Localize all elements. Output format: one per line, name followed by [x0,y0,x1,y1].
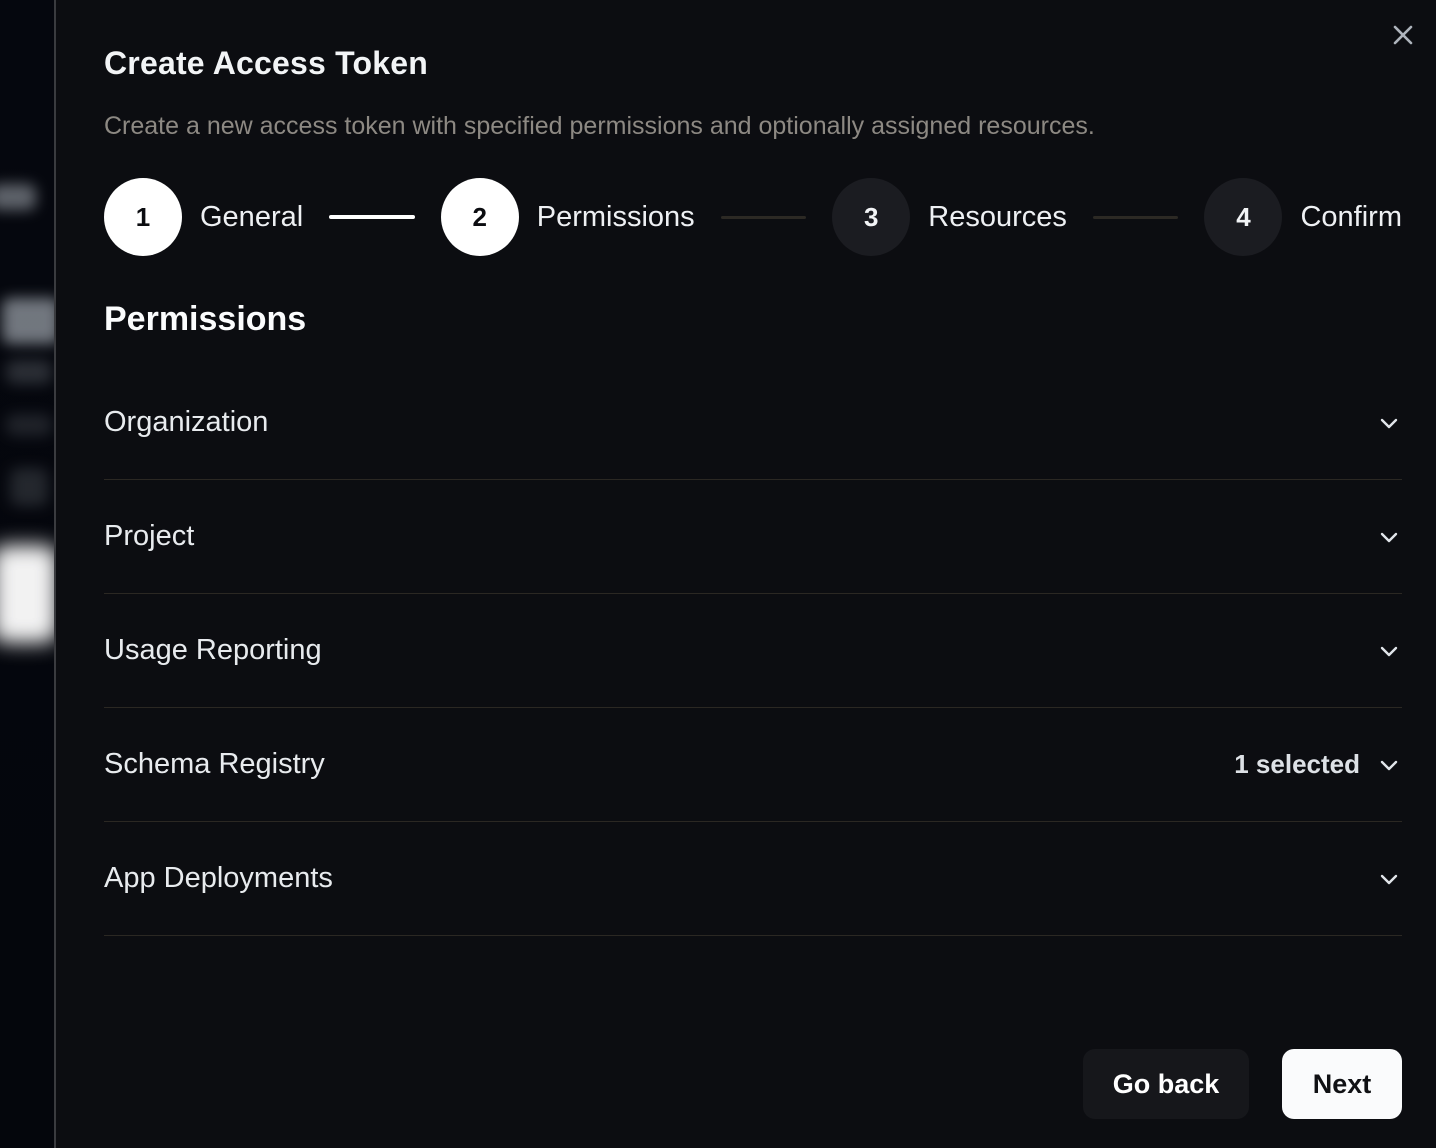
chevron-down-icon [1376,866,1402,892]
blurred-background-card [0,545,54,643]
chevron-down-icon [1376,410,1402,436]
permissions-accordion: Organization Project Usage Reporting [104,366,1402,936]
step-permissions[interactable]: 2 Permissions [441,178,695,256]
blurred-background-item [6,360,52,384]
step-label: Confirm [1300,201,1402,234]
step-confirm[interactable]: 4 Confirm [1204,178,1402,256]
page-backdrop [0,0,54,1148]
blurred-background-item [6,414,52,436]
accordion-row-usage-reporting[interactable]: Usage Reporting [104,594,1402,708]
section-heading-permissions: Permissions [104,300,1402,338]
step-number-badge: 3 [832,178,910,256]
next-button[interactable]: Next [1282,1049,1402,1119]
blurred-background-item [10,468,48,506]
accordion-row-label: Usage Reporting [104,634,322,667]
accordion-row-project[interactable]: Project [104,480,1402,594]
create-access-token-modal: Create Access Token Create a new access … [54,0,1436,1148]
step-connector [721,216,807,219]
step-number-badge: 2 [441,178,519,256]
modal-subtitle: Create a new access token with specified… [104,112,1402,140]
accordion-row-label: Project [104,520,194,553]
step-label: Permissions [537,201,695,234]
accordion-row-schema-registry[interactable]: Schema Registry 1 selected [104,708,1402,822]
step-label: General [200,201,303,234]
wizard-stepper: 1 General 2 Permissions 3 Resources 4 Co… [104,178,1402,256]
step-label: Resources [928,201,1067,234]
chevron-down-icon [1376,752,1402,778]
accordion-row-organization[interactable]: Organization [104,366,1402,480]
step-resources[interactable]: 3 Resources [832,178,1067,256]
step-general[interactable]: 1 General [104,178,303,256]
accordion-row-label: App Deployments [104,862,333,895]
accordion-row-app-deployments[interactable]: App Deployments [104,822,1402,936]
accordion-row-label: Organization [104,406,268,439]
close-button[interactable] [1386,18,1420,52]
selected-count-badge: 1 selected [1234,749,1360,780]
page-title: Create Access Token [104,46,1402,80]
step-number-badge: 4 [1204,178,1282,256]
blurred-background-item [2,298,54,344]
step-connector [1093,216,1179,219]
chevron-down-icon [1376,638,1402,664]
step-number-badge: 1 [104,178,182,256]
close-icon [1389,21,1417,49]
blurred-background-item [0,184,36,210]
step-connector-active [329,215,415,219]
accordion-row-label: Schema Registry [104,748,325,781]
chevron-down-icon [1376,524,1402,550]
modal-footer: Go back Next [1083,1049,1402,1119]
go-back-button[interactable]: Go back [1083,1049,1249,1119]
